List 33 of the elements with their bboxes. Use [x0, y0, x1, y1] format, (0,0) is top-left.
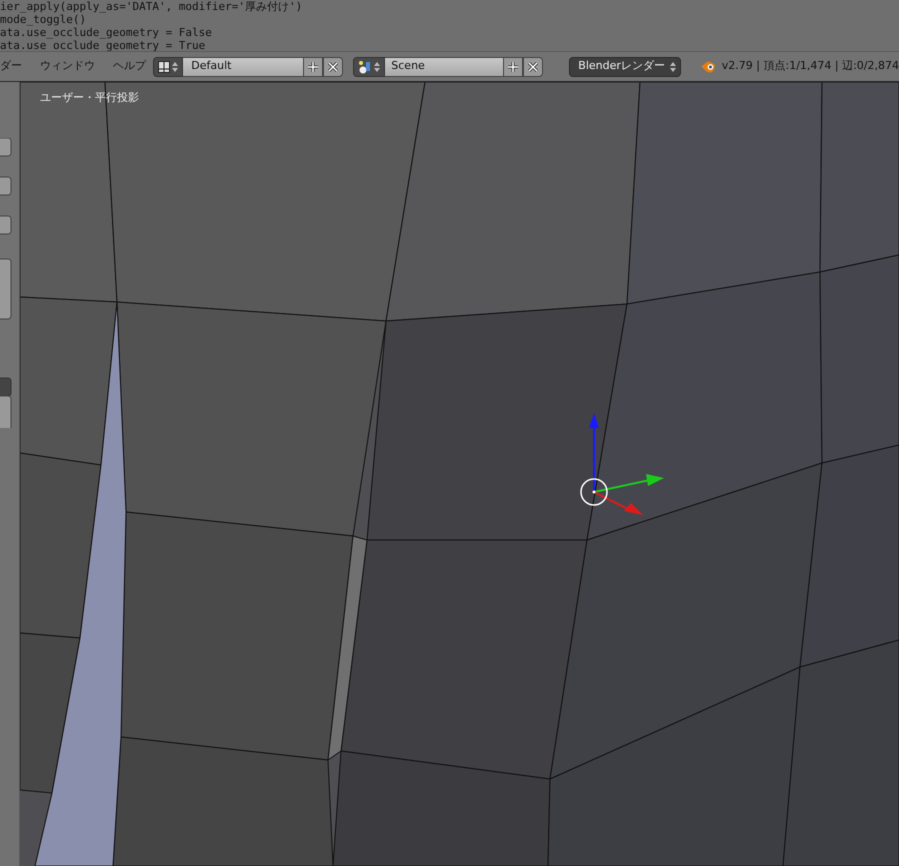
close-icon	[527, 60, 540, 72]
render-engine-dropdown[interactable]: Blenderレンダー	[569, 56, 681, 76]
plus-icon	[507, 60, 520, 72]
scene-selector[interactable]	[353, 56, 386, 76]
tool-button[interactable]	[0, 138, 12, 156]
menu-item[interactable]: ヘルプ	[113, 58, 146, 75]
viewport-label: ユーザー・平行投影	[40, 90, 139, 106]
console-line: ata.use_occlude_geometry = False	[0, 26, 213, 39]
scene-stats: v2.79 | 頂点:1/1,474 | 辺:0/2,874	[722, 58, 899, 74]
scene-name-field[interactable]: Scene	[385, 56, 504, 76]
close-icon	[327, 60, 340, 72]
layout-selector[interactable]	[153, 56, 184, 76]
scene-icon	[358, 60, 372, 74]
add-button[interactable]	[303, 56, 324, 76]
tool-button[interactable]	[0, 176, 12, 196]
stepper-icon	[670, 60, 676, 72]
stepper-icon	[172, 60, 178, 72]
tool-button-group[interactable]	[0, 396, 12, 428]
tool-button[interactable]	[0, 216, 12, 234]
console-line: mode_toggle()	[0, 13, 88, 26]
stepper-icon	[374, 60, 380, 72]
console-line: ier_apply(apply_as='DATA', modifier='厚み付け')	[0, 0, 304, 13]
layout-icon	[158, 60, 170, 72]
3d-viewport[interactable]: ユーザー・平行投影	[20, 82, 899, 866]
tool-button-group[interactable]	[0, 258, 12, 320]
blender-logo-icon	[700, 60, 716, 74]
delete-button[interactable]	[323, 56, 344, 76]
layout-name-field[interactable]: Default	[183, 56, 304, 76]
delete-button[interactable]	[523, 56, 544, 76]
plus-icon	[307, 60, 320, 72]
menu-item[interactable]: ウィンドウ	[40, 58, 95, 75]
menu-item[interactable]: ダー	[0, 58, 22, 75]
add-button[interactable]	[503, 56, 524, 76]
